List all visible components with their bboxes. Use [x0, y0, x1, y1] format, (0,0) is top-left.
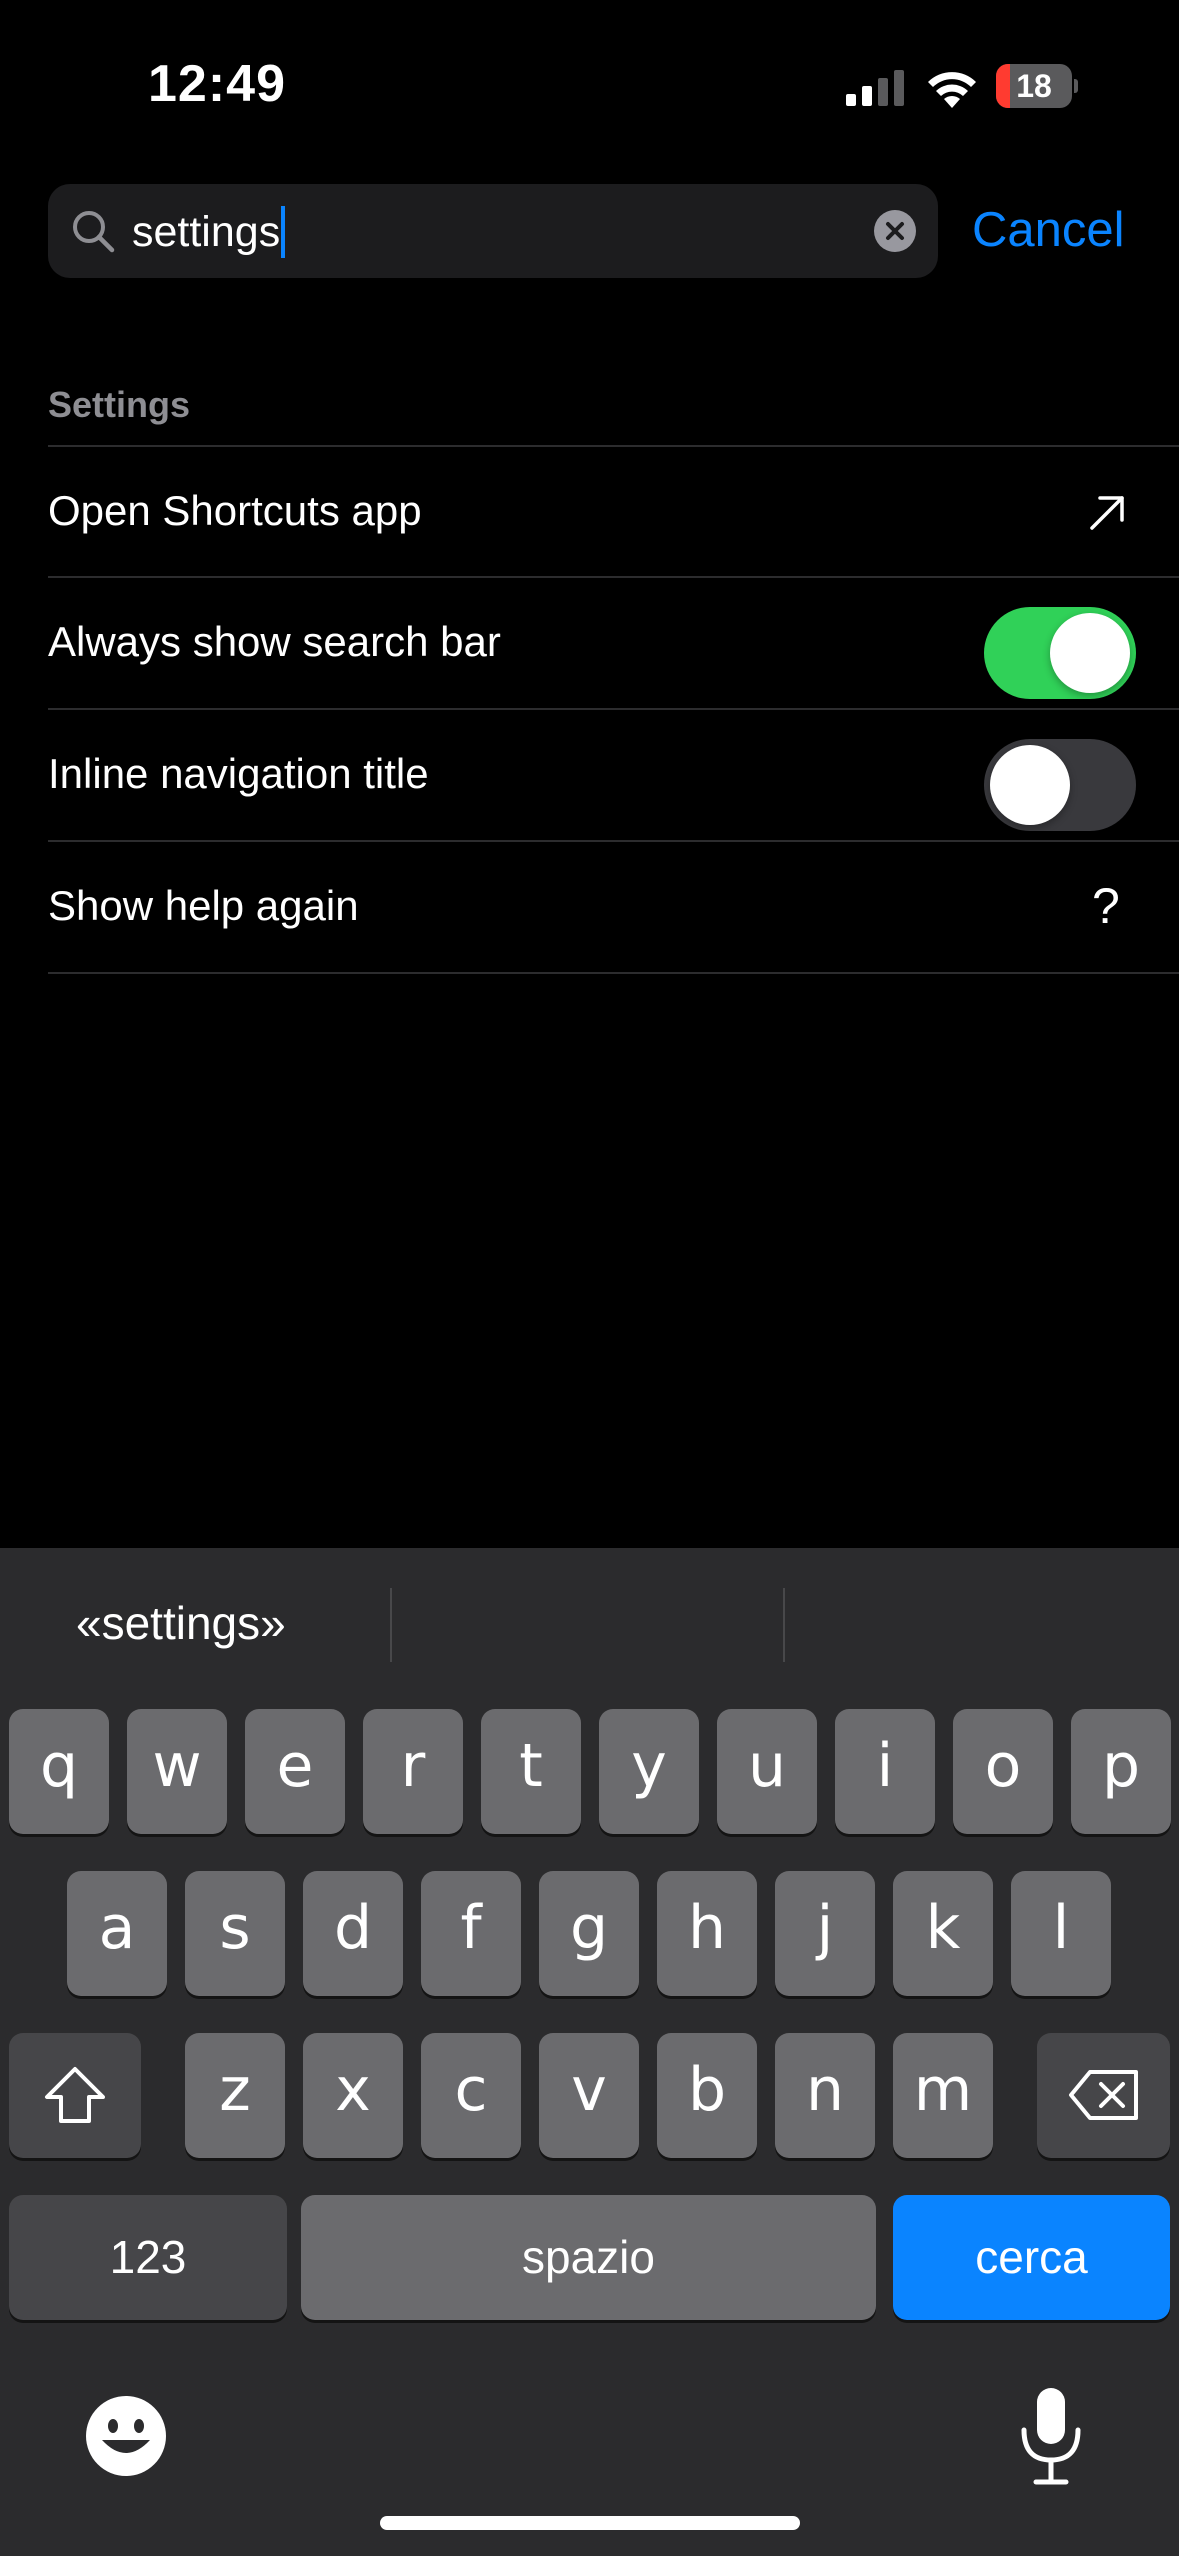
clear-search-icon[interactable] — [874, 210, 916, 252]
backspace-icon — [1069, 2070, 1138, 2120]
battery-icon: 18 — [996, 64, 1078, 108]
key-e[interactable]: e — [245, 1709, 345, 1834]
text-cursor — [281, 206, 286, 258]
key-u[interactable]: u — [717, 1709, 817, 1834]
row-label: Always show search bar — [48, 618, 501, 665]
search-input-value: settings — [132, 208, 281, 256]
suggestion-divider — [783, 1588, 785, 1662]
home-indicator[interactable] — [380, 2516, 800, 2530]
cellular-signal-icon — [846, 70, 904, 106]
key-o[interactable]: o — [953, 1709, 1053, 1834]
key-g[interactable]: g — [539, 1871, 639, 1996]
status-bar: 12:49 18 — [0, 0, 1179, 175]
key-r[interactable]: r — [363, 1709, 463, 1834]
key-z[interactable]: z — [185, 2033, 285, 2158]
key-q[interactable]: q — [9, 1709, 109, 1834]
inline-navigation-title-row: Inline navigation title — [0, 709, 1179, 839]
key-l[interactable]: l — [1011, 1871, 1111, 1996]
key-p[interactable]: p — [1071, 1709, 1171, 1834]
key-s[interactable]: s — [185, 1871, 285, 1996]
numbers-key[interactable]: 123 — [9, 2195, 287, 2320]
key-b[interactable]: b — [657, 2033, 757, 2158]
key-t[interactable]: t — [481, 1709, 581, 1834]
key-n[interactable]: n — [775, 2033, 875, 2158]
key-v[interactable]: v — [539, 2033, 639, 2158]
shift-icon — [45, 2067, 105, 2123]
section-header: Settings — [48, 384, 191, 425]
show-help-again-row[interactable]: Show help again ? — [0, 841, 1179, 971]
row-label: Show help again — [48, 882, 359, 929]
suggestion-1[interactable]: «settings» — [76, 1588, 286, 1658]
key-j[interactable]: j — [775, 1871, 875, 1996]
key-d[interactable]: d — [303, 1871, 403, 1996]
row-label: Open Shortcuts app — [48, 487, 422, 534]
always-show-search-bar-toggle[interactable] — [984, 607, 1136, 699]
key-f[interactable]: f — [421, 1871, 521, 1996]
question-mark-icon: ? — [1092, 878, 1120, 934]
key-x[interactable]: x — [303, 2033, 403, 2158]
key-y[interactable]: y — [599, 1709, 699, 1834]
space-key[interactable]: spazio — [301, 2195, 876, 2320]
key-k[interactable]: k — [893, 1871, 993, 1996]
shift-key[interactable] — [9, 2033, 141, 2158]
open-shortcuts-app-row[interactable]: Open Shortcuts app — [0, 446, 1179, 576]
search-icon — [73, 211, 115, 253]
inline-navigation-title-toggle[interactable] — [984, 739, 1136, 831]
key-i[interactable]: i — [835, 1709, 935, 1834]
key-c[interactable]: c — [421, 2033, 521, 2158]
suggestion-divider — [390, 1588, 392, 1662]
search-input[interactable]: settings — [132, 206, 286, 258]
battery-level: 18 — [1016, 68, 1052, 104]
always-show-search-bar-row: Always show search bar — [0, 577, 1179, 707]
microphone-icon[interactable] — [1016, 2386, 1086, 2486]
key-a[interactable]: a — [67, 1871, 167, 1996]
search-field[interactable]: settings — [48, 184, 938, 278]
key-h[interactable]: h — [657, 1871, 757, 1996]
delete-key[interactable] — [1037, 2033, 1170, 2158]
key-m[interactable]: m — [893, 2033, 993, 2158]
wifi-icon — [928, 72, 976, 108]
arrow-up-right-icon — [1090, 496, 1124, 530]
status-time: 12:49 — [148, 55, 286, 113]
search-return-key[interactable]: cerca — [893, 2195, 1170, 2320]
emoji-icon[interactable] — [84, 2394, 168, 2478]
row-label: Inline navigation title — [48, 750, 429, 797]
divider — [48, 972, 1179, 974]
cancel-button[interactable]: Cancel — [972, 200, 1125, 260]
key-w[interactable]: w — [127, 1709, 227, 1834]
